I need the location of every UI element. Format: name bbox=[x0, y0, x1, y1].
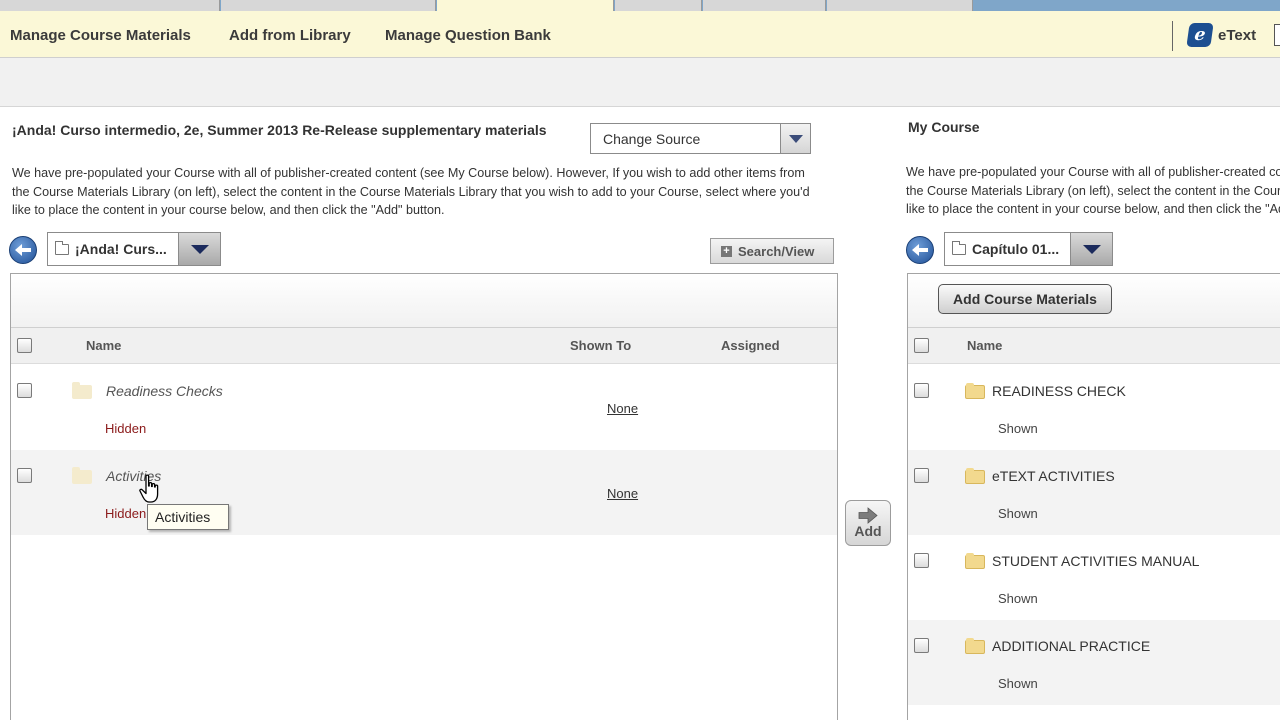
table-row[interactable]: STUDENT ACTIVITIES MANUAL Shown bbox=[908, 535, 1280, 620]
row-name[interactable]: STUDENT ACTIVITIES MANUAL bbox=[992, 553, 1199, 569]
toolbar-overflow-button[interactable] bbox=[1274, 24, 1280, 46]
column-shown-to[interactable]: Shown To bbox=[570, 338, 631, 353]
manage-question-bank-link[interactable]: Manage Question Bank bbox=[385, 27, 551, 44]
etext-button[interactable]: e eText bbox=[1186, 22, 1257, 48]
top-tab-strip bbox=[0, 0, 1280, 11]
change-source-select[interactable]: Change Source bbox=[590, 123, 811, 154]
plus-icon: + bbox=[721, 245, 732, 257]
hand-cursor-icon bbox=[139, 474, 159, 503]
library-table: Name Shown To Assigned Readiness Checks … bbox=[10, 273, 838, 720]
table-row[interactable]: READINESS CHECK Shown bbox=[908, 365, 1280, 450]
table-row[interactable]: ADDITIONAL PRACTICE Shown bbox=[908, 620, 1280, 705]
folder-icon bbox=[965, 638, 985, 654]
my-course-table: Add Course Materials Name READINESS CHEC… bbox=[907, 273, 1280, 720]
row-name[interactable]: READINESS CHECK bbox=[992, 383, 1126, 399]
row-checkbox[interactable] bbox=[17, 468, 32, 483]
row-status: Hidden bbox=[105, 506, 147, 521]
folder-icon bbox=[965, 468, 985, 484]
select-all-checkbox[interactable] bbox=[17, 338, 32, 353]
row-status: Hidden bbox=[105, 421, 147, 436]
arrow-left-icon bbox=[912, 244, 928, 256]
add-label: Add bbox=[854, 523, 882, 539]
library-title: ¡Anda! Curso intermedio, 2e, Summer 2013… bbox=[12, 122, 547, 138]
row-checkbox[interactable] bbox=[914, 468, 929, 483]
add-from-library-link[interactable]: Add from Library bbox=[229, 27, 351, 44]
etext-logo-icon: e bbox=[1186, 23, 1214, 47]
arrow-left-icon bbox=[15, 244, 31, 256]
library-table-toolbar bbox=[11, 274, 837, 328]
row-shown-to-link[interactable]: None bbox=[607, 401, 638, 416]
row-name[interactable]: Readiness Checks bbox=[106, 383, 223, 399]
folder-icon bbox=[72, 467, 92, 484]
row-checkbox[interactable] bbox=[914, 383, 929, 398]
header-band bbox=[0, 58, 1280, 107]
course-folder-label: Capítulo 01... bbox=[972, 241, 1060, 257]
top-tab[interactable] bbox=[827, 0, 973, 11]
change-source-label: Change Source bbox=[603, 131, 701, 147]
page: Manage Course Materials Add from Library… bbox=[0, 0, 1280, 720]
tooltip: Activities bbox=[147, 504, 229, 530]
search-view-button[interactable]: + Search/View bbox=[710, 238, 834, 264]
top-tab[interactable] bbox=[0, 0, 220, 11]
folder-icon bbox=[72, 382, 92, 399]
table-row[interactable]: Activities Hidden None bbox=[11, 450, 837, 535]
my-course-instructions: We have pre-populated your Course with a… bbox=[906, 165, 1280, 216]
row-checkbox[interactable] bbox=[17, 383, 32, 398]
library-folder-label: ¡Anda! Curs... bbox=[75, 241, 167, 257]
chevron-down-icon bbox=[178, 233, 220, 265]
table-row[interactable]: eTEXT ACTIVITIES Shown bbox=[908, 450, 1280, 535]
my-course-table-toolbar: Add Course Materials bbox=[908, 274, 1280, 328]
library-instructions: We have pre-populated your Course with a… bbox=[12, 166, 810, 217]
search-view-label: Search/View bbox=[738, 243, 815, 259]
top-tab[interactable] bbox=[221, 0, 436, 11]
row-shown-to-link[interactable]: None bbox=[607, 486, 638, 501]
library-folder-select[interactable]: ¡Anda! Curs... bbox=[47, 232, 221, 266]
chevron-down-icon bbox=[1070, 233, 1112, 265]
row-checkbox[interactable] bbox=[914, 553, 929, 568]
course-folder-select[interactable]: Capítulo 01... bbox=[944, 232, 1113, 266]
toolbar-divider bbox=[1172, 21, 1173, 51]
my-course-title: My Course bbox=[908, 119, 980, 135]
row-status: Shown bbox=[998, 506, 1038, 521]
etext-label: eText bbox=[1218, 26, 1257, 44]
library-column-header: Name Shown To Assigned bbox=[11, 328, 837, 364]
back-arrow-button[interactable] bbox=[9, 236, 37, 264]
column-assigned[interactable]: Assigned bbox=[721, 338, 780, 353]
row-name[interactable]: eTEXT ACTIVITIES bbox=[992, 468, 1115, 484]
top-tab[interactable] bbox=[615, 0, 702, 11]
row-checkbox[interactable] bbox=[914, 638, 929, 653]
row-name[interactable]: ADDITIONAL PRACTICE bbox=[992, 638, 1150, 654]
folder-icon bbox=[965, 383, 985, 399]
row-status: Shown bbox=[998, 676, 1038, 691]
folder-icon bbox=[55, 240, 69, 255]
row-status: Shown bbox=[998, 591, 1038, 606]
add-button[interactable]: Add bbox=[845, 500, 891, 546]
course-toolbar: Manage Course Materials Add from Library… bbox=[0, 11, 1280, 58]
folder-icon bbox=[952, 240, 966, 255]
folder-icon bbox=[965, 553, 985, 569]
add-course-materials-button[interactable]: Add Course Materials bbox=[938, 284, 1112, 314]
table-row[interactable]: Readiness Checks Hidden None bbox=[11, 365, 837, 450]
top-tab-active[interactable] bbox=[437, 0, 614, 11]
column-name[interactable]: Name bbox=[967, 338, 1002, 353]
row-status: Shown bbox=[998, 421, 1038, 436]
back-arrow-button[interactable] bbox=[906, 236, 934, 264]
my-course-column-header: Name bbox=[908, 328, 1280, 364]
chevron-down-icon bbox=[780, 124, 810, 153]
column-name[interactable]: Name bbox=[86, 338, 121, 353]
select-all-checkbox[interactable] bbox=[914, 338, 929, 353]
manage-course-materials-link[interactable]: Manage Course Materials bbox=[10, 27, 191, 44]
arrow-right-icon bbox=[858, 507, 878, 524]
top-tab[interactable] bbox=[703, 0, 826, 11]
